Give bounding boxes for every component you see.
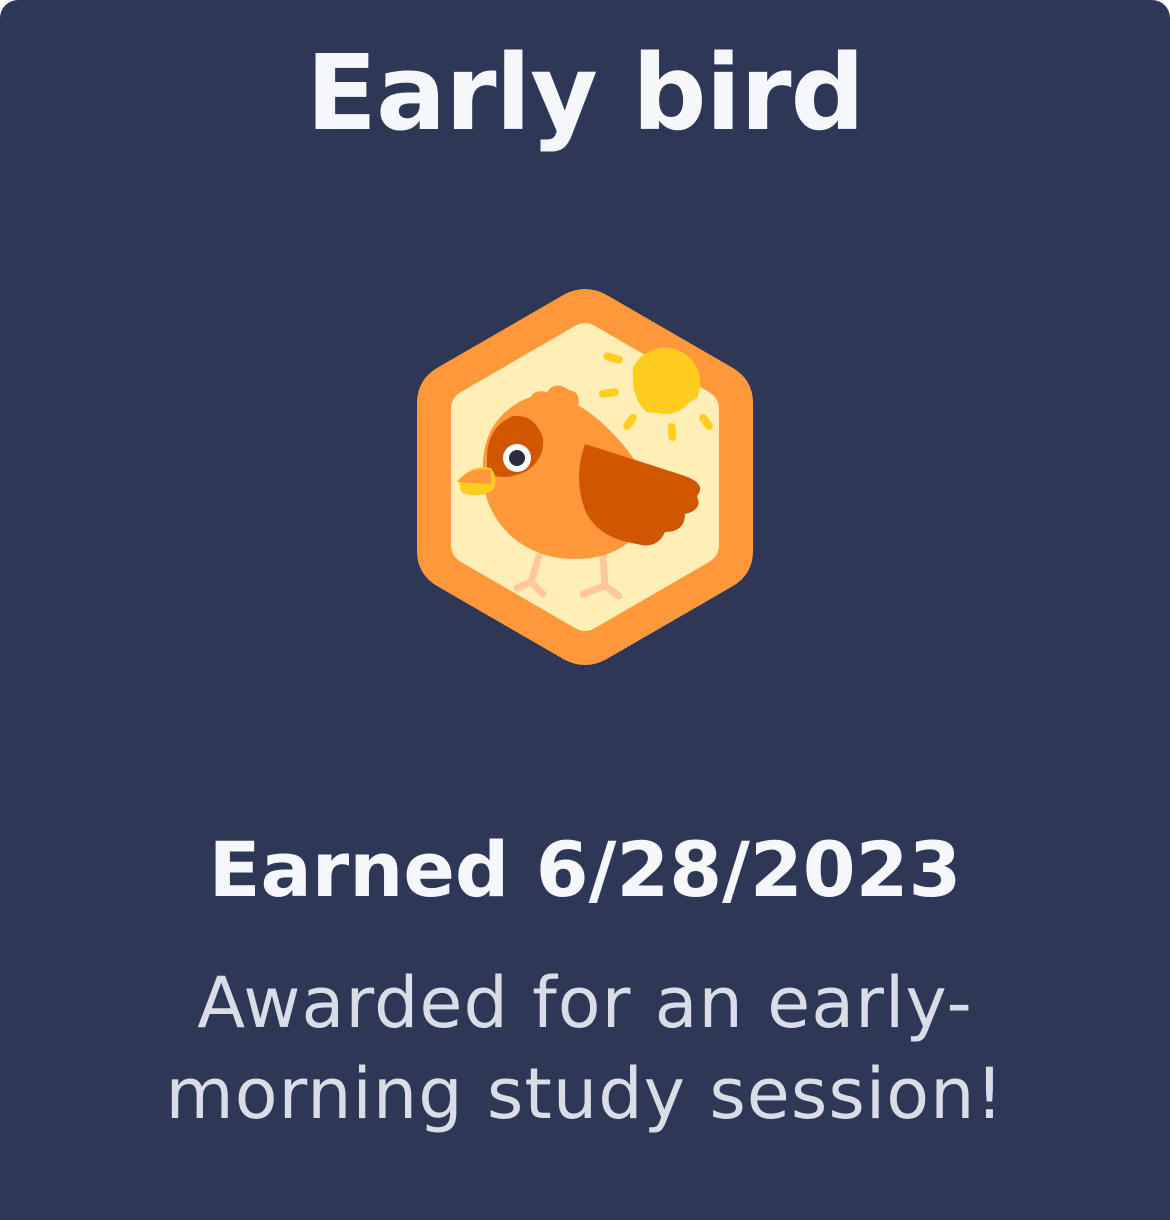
badge-description: Awarded for an early-morning study sessi… bbox=[165, 962, 1005, 1135]
badge-title: Early bird bbox=[306, 32, 865, 154]
badge-detail-card: Early bird Earned 6/28/2023 Awarded for … bbox=[0, 0, 1170, 1220]
earned-date: Earned 6/28/2023 bbox=[208, 825, 962, 914]
early-bird-badge-icon bbox=[417, 288, 753, 666]
